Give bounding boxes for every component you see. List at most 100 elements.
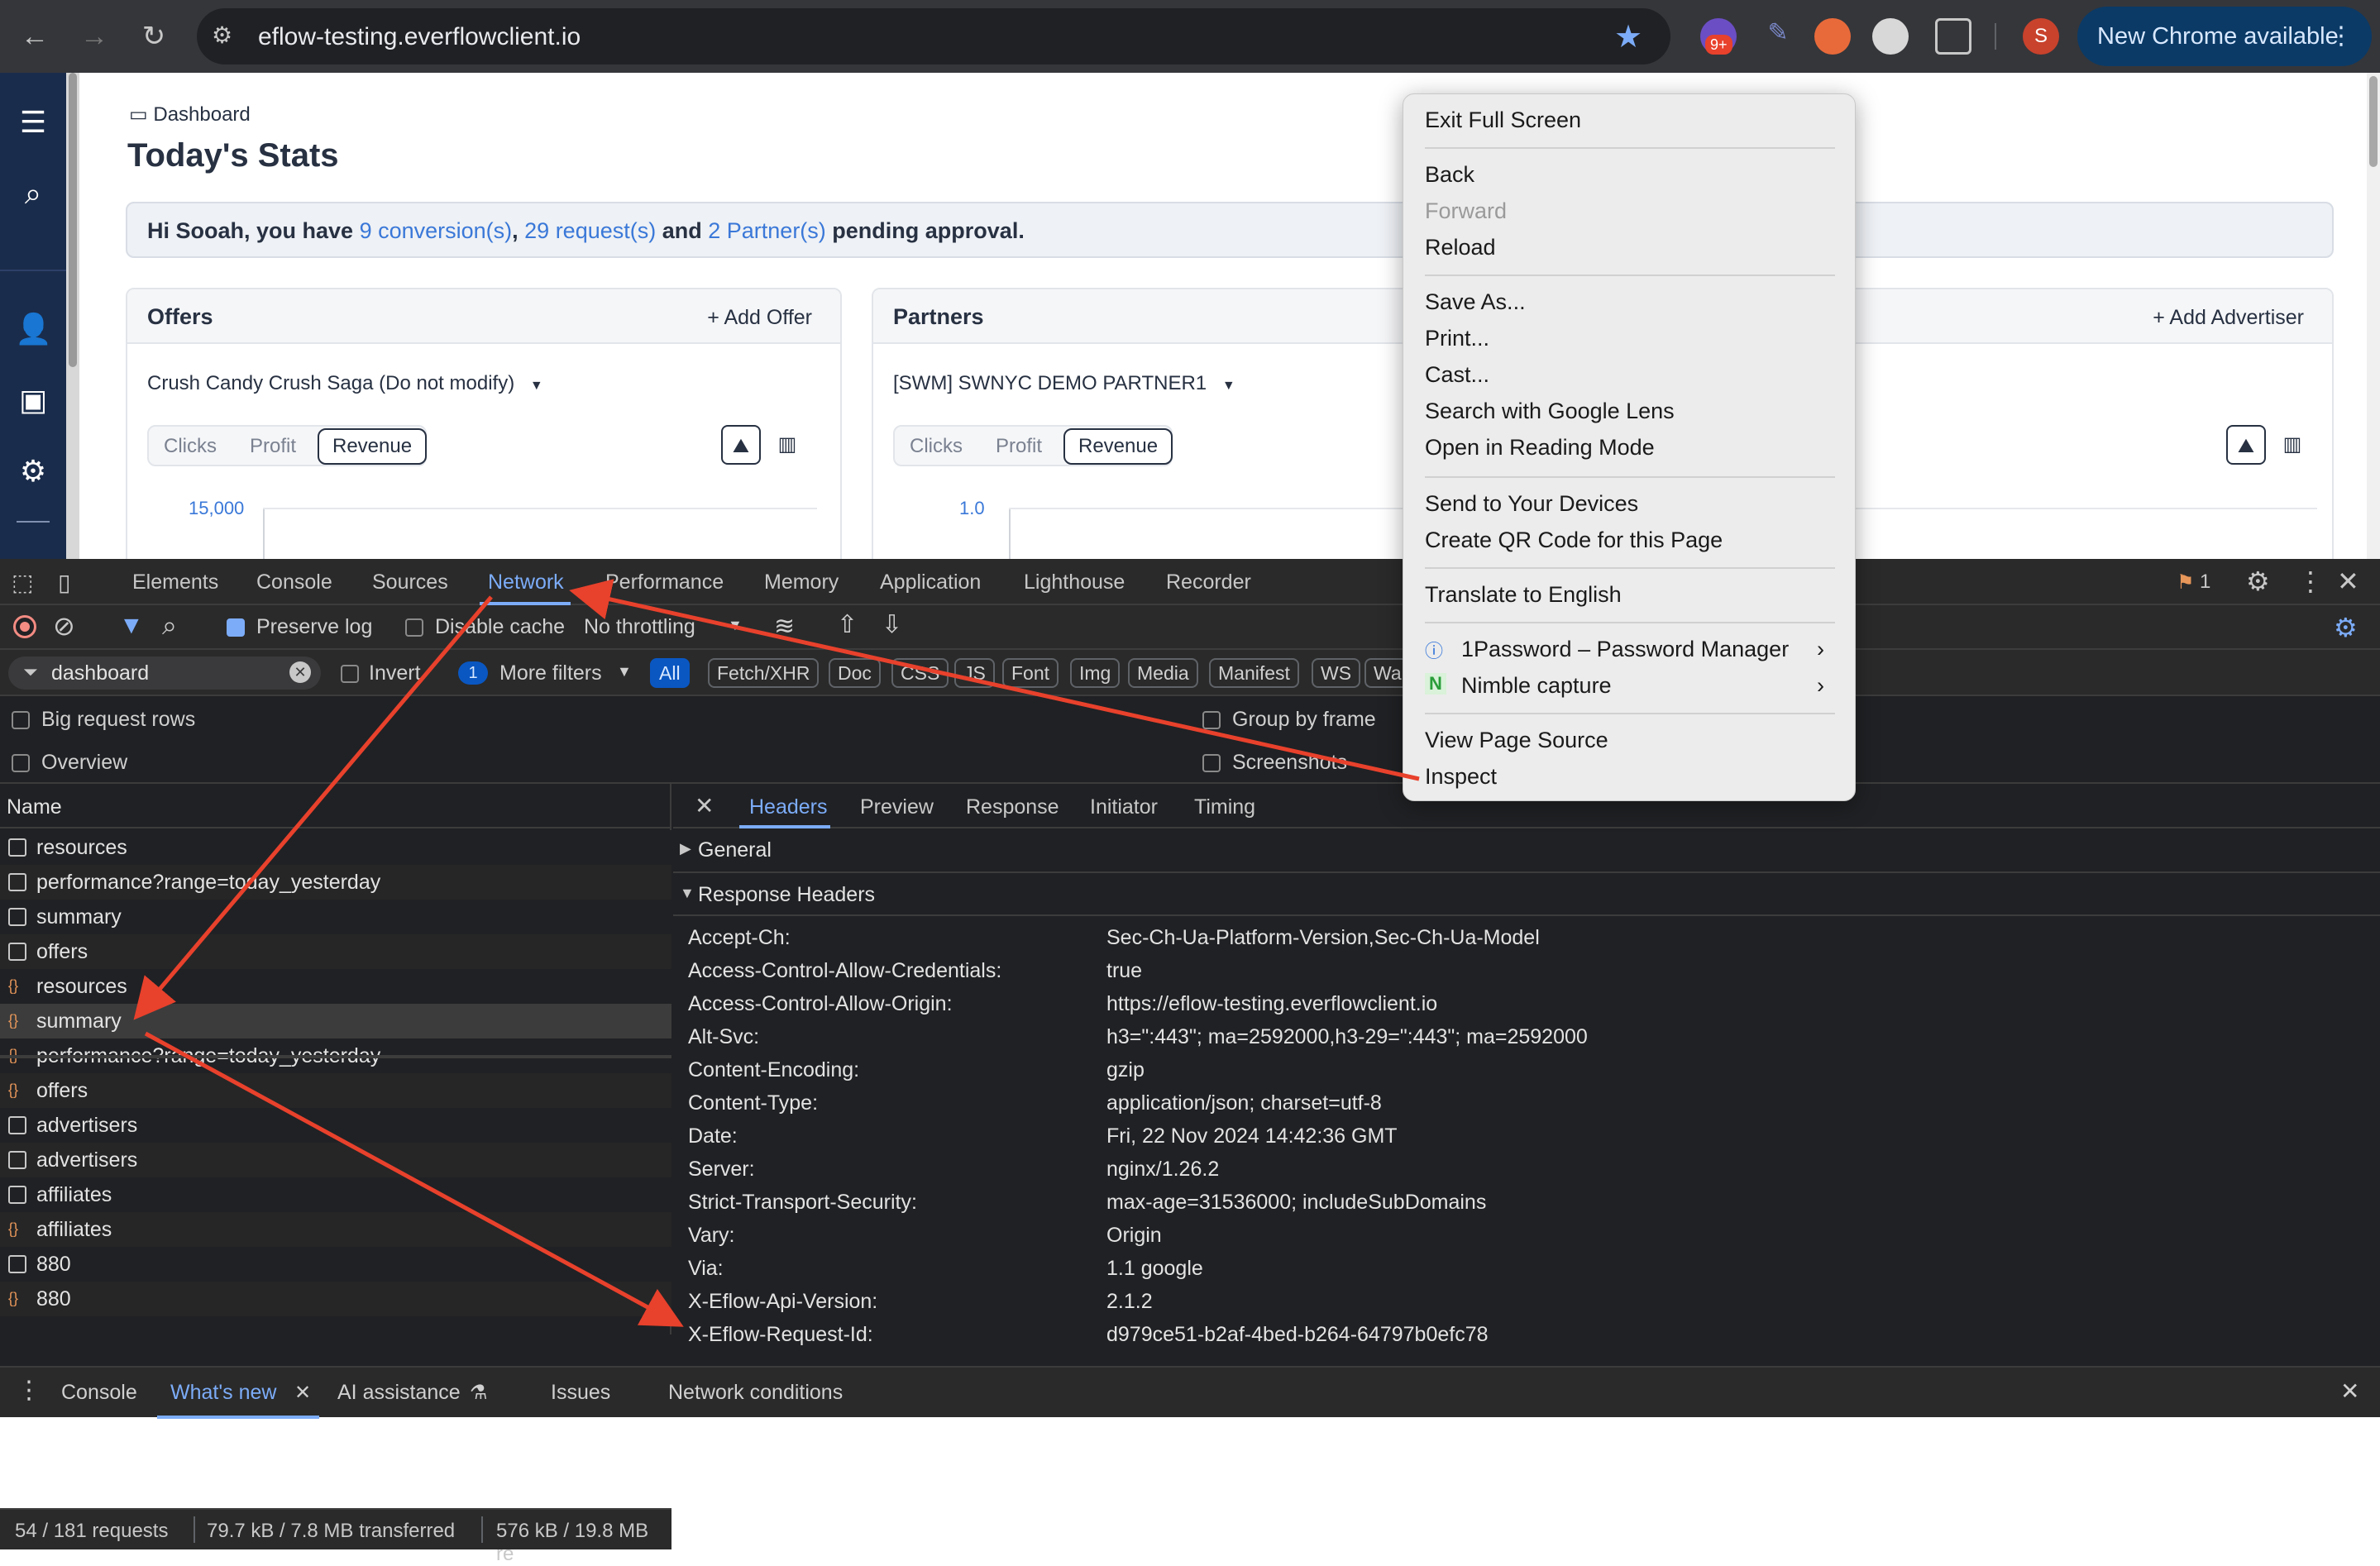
partners-link[interactable]: 2 Partner(s): [708, 218, 826, 243]
tab-application[interactable]: Application: [880, 571, 981, 594]
screenshots-checkbox[interactable]: [1202, 754, 1221, 772]
menu-view-page-source[interactable]: View Page Source: [1425, 728, 1608, 753]
settings-gear-icon[interactable]: ⚙: [15, 453, 51, 489]
profit-tab[interactable]: Profit: [996, 435, 1042, 458]
header-value[interactable]: max-age=31536000; includeSubDomains: [1106, 1191, 1486, 1215]
filter-ws[interactable]: WS: [1312, 658, 1361, 688]
clear-icon[interactable]: ⊘: [53, 610, 75, 642]
export-har-icon[interactable]: ⇩: [882, 610, 902, 639]
filter-css[interactable]: CSS: [891, 658, 949, 688]
site-info-icon[interactable]: ⚙: [212, 21, 232, 49]
extensions-puzzle-icon[interactable]: [1935, 18, 1971, 55]
drawer-tab-issues[interactable]: Issues: [551, 1381, 610, 1405]
overview-checkbox[interactable]: [12, 754, 30, 772]
request-row[interactable]: {} affiliates: [0, 1212, 671, 1247]
line-chart-icon[interactable]: ⛰: [721, 425, 761, 465]
request-row[interactable]: advertisers: [0, 1143, 671, 1177]
caret-down-icon[interactable]: ▼: [617, 663, 632, 680]
close-detail-icon[interactable]: ✕: [695, 792, 714, 819]
back-arrow-icon[interactable]: ←: [17, 18, 53, 55]
breadcrumb[interactable]: ▭ Dashboard: [129, 103, 251, 127]
add-offer-button[interactable]: + Add Offer: [707, 306, 812, 330]
revenue-tab[interactable]: Revenue: [1063, 428, 1173, 465]
record-stop-icon[interactable]: [13, 615, 36, 638]
filter-media[interactable]: Media: [1128, 658, 1198, 688]
tab-network[interactable]: Network: [488, 571, 564, 594]
tab-timing[interactable]: Timing: [1194, 795, 1255, 819]
menu-1password[interactable]: 1Password – Password Manager: [1461, 637, 1789, 662]
menu-create-qr-code[interactable]: Create QR Code for this Page: [1425, 528, 1723, 553]
clicks-tab[interactable]: Clicks: [910, 435, 963, 458]
conversions-link[interactable]: 9 conversion(s): [360, 218, 513, 243]
request-row[interactable]: {} summary: [0, 1004, 671, 1038]
partner-dropdown[interactable]: [SWM] SWNYC DEMO PARTNER1 ▼: [893, 372, 1235, 395]
hamburger-menu-icon[interactable]: ☰: [15, 104, 51, 141]
clear-filter-icon[interactable]: ✕: [289, 661, 311, 683]
tab-console[interactable]: Console: [256, 571, 332, 594]
header-value[interactable]: gzip: [1106, 1058, 1145, 1082]
header-value[interactable]: h3=":443"; ma=2592000,h3-29=":443"; ma=2…: [1106, 1025, 1588, 1049]
tab-preview[interactable]: Preview: [860, 795, 934, 819]
profile-avatar[interactable]: S: [2023, 18, 2059, 55]
sidebar-scrollbar[interactable]: [66, 73, 79, 559]
filter-icon[interactable]: ▼: [119, 612, 144, 640]
tab-lighthouse[interactable]: Lighthouse: [1024, 571, 1125, 594]
tab-initiator[interactable]: Initiator: [1090, 795, 1158, 819]
request-row[interactable]: affiliates: [0, 1177, 671, 1212]
name-column-header[interactable]: Name: [7, 795, 62, 819]
header-value[interactable]: https://eflow-testing.everflowclient.io: [1106, 992, 1437, 1016]
response-headers-section[interactable]: ▼ Response Headers: [673, 873, 2380, 916]
inspect-element-icon[interactable]: ⬚: [12, 569, 33, 596]
page-scrollbar[interactable]: [2367, 73, 2380, 559]
tab-elements[interactable]: Elements: [132, 571, 218, 594]
new-chrome-button[interactable]: New Chrome available ⋮: [2077, 7, 2372, 66]
header-value[interactable]: true: [1106, 959, 1142, 983]
menu-exit-full-screen[interactable]: Exit Full Screen: [1425, 107, 1581, 133]
address-bar[interactable]: ⚙ eflow-testing.everflowclient.io ★: [197, 8, 1670, 64]
drawer-menu-icon[interactable]: ⋮: [17, 1376, 41, 1405]
menu-send-to-devices[interactable]: Send to Your Devices: [1425, 491, 1638, 517]
page-scroll-thumb[interactable]: [2369, 76, 2378, 167]
caret-down-icon[interactable]: ▼: [728, 617, 743, 634]
request-row[interactable]: 880: [0, 1247, 671, 1282]
group-by-frame-checkbox[interactable]: [1202, 711, 1221, 729]
extension-red-icon[interactable]: [1814, 18, 1851, 55]
menu-save-as[interactable]: Save As...: [1425, 289, 1526, 315]
device-toolbar-icon[interactable]: ▯: [58, 569, 70, 596]
search-icon[interactable]: ⌕: [162, 610, 177, 642]
header-value[interactable]: application/json; charset=utf-8: [1106, 1091, 1382, 1115]
menu-reload[interactable]: Reload: [1425, 235, 1496, 260]
menu-back[interactable]: Back: [1425, 162, 1474, 188]
kebab-menu-icon[interactable]: ⋮: [2297, 566, 2324, 597]
request-row[interactable]: {} resources: [0, 969, 671, 1004]
settings-gear-icon[interactable]: ⚙: [2246, 566, 2270, 597]
password-extension-icon[interactable]: [1872, 18, 1909, 55]
kebab-menu-icon[interactable]: ⋮: [2329, 7, 2354, 66]
pen-extension-icon[interactable]: ✎: [1760, 18, 1796, 55]
drawer-tab-ai-assistance[interactable]: AI assistance: [337, 1381, 461, 1405]
request-row[interactable]: advertisers: [0, 1108, 671, 1143]
bookmark-star-icon[interactable]: ★: [1614, 18, 1642, 55]
header-value[interactable]: Origin: [1106, 1224, 1162, 1248]
import-har-icon[interactable]: ⇧: [837, 610, 858, 639]
bar-chart-icon[interactable]: ▥: [767, 425, 807, 465]
tab-recorder[interactable]: Recorder: [1166, 571, 1251, 594]
folder-star-icon[interactable]: ▣: [15, 382, 51, 418]
filter-input[interactable]: ⏷ dashboard ✕: [8, 656, 321, 690]
filter-fetch-xhr[interactable]: Fetch/XHR: [708, 658, 820, 688]
filter-doc[interactable]: Doc: [829, 658, 881, 688]
clicks-tab[interactable]: Clicks: [164, 435, 217, 458]
menu-inspect[interactable]: Inspect: [1425, 764, 1497, 790]
tab-sources[interactable]: Sources: [372, 571, 448, 594]
close-icon[interactable]: ✕: [2337, 566, 2359, 597]
add-advertiser-button[interactable]: + Add Advertiser: [2153, 306, 2304, 330]
request-row[interactable]: summary: [0, 900, 671, 934]
filter-font[interactable]: Font: [1002, 658, 1059, 688]
menu-translate[interactable]: Translate to English: [1425, 582, 1622, 608]
tab-memory[interactable]: Memory: [764, 571, 839, 594]
tab-performance[interactable]: Performance: [605, 571, 724, 594]
request-row[interactable]: offers: [0, 934, 671, 969]
search-icon[interactable]: ⌕: [15, 175, 51, 212]
menu-nimble-capture[interactable]: Nimble capture: [1461, 673, 1612, 699]
menu-print[interactable]: Print...: [1425, 326, 1489, 351]
